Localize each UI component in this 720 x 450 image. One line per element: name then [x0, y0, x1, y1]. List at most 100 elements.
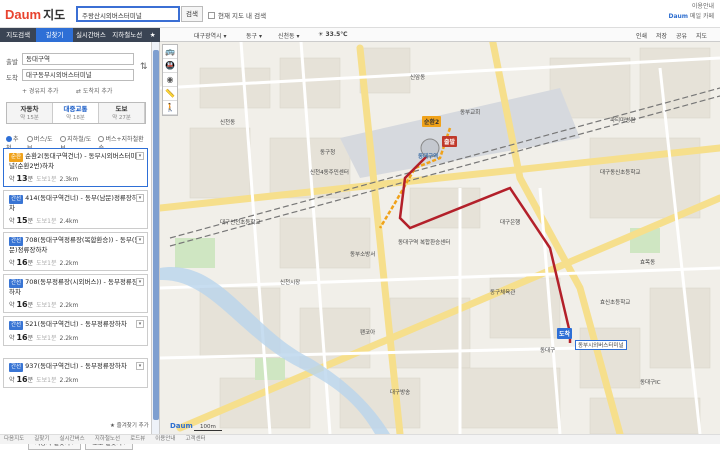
- map-label-dongsin: 대구동신초등학교: [600, 170, 641, 176]
- link-cafe[interactable]: 카페: [703, 13, 714, 20]
- footer-link[interactable]: 이용안내: [155, 435, 175, 444]
- map-label-dongdaegu: 동대구: [540, 348, 556, 354]
- map-label-school: 대구신천초등학교: [220, 220, 261, 226]
- route-result[interactable]: 순환 순환2(동대구역건너) - 동부시외버스터미널(순환2번)하차약 13분 도보…: [3, 148, 148, 187]
- footer-link[interactable]: 실시간버스: [59, 435, 84, 444]
- measure-icon[interactable]: 📏: [163, 87, 177, 101]
- footer-link[interactable]: 고객센터: [186, 435, 206, 444]
- expand-icon[interactable]: ▾: [136, 152, 144, 160]
- subway-icon[interactable]: 🚇: [163, 59, 177, 73]
- route-result[interactable]: 간선 937(동대구역건너) - 동부정류장하차약 16분 도보1분 2.2km ▾: [3, 358, 148, 388]
- add-waypoint-button[interactable]: + 경유지 추가: [22, 86, 58, 95]
- dest-label: 도착: [6, 74, 18, 82]
- route-result[interactable]: 간선 414(동대구역건너) - 동부(남문)정류장하차약 15분 도보1분 2.4k…: [3, 190, 148, 229]
- map-label-gu-office: 동구청: [320, 150, 336, 156]
- footer-link[interactable]: 지하철노선: [95, 435, 120, 444]
- tab-subway[interactable]: 지하철노선: [109, 28, 145, 42]
- route-title[interactable]: 순환 순환2(동대구역건너) - 동부시외버스터미널(순환2번)하차: [9, 152, 142, 171]
- checkbox-icon[interactable]: [208, 12, 215, 19]
- route-title[interactable]: 간선 937(동대구역건너) - 동부정류장하차: [9, 362, 142, 372]
- map-label-terminal: 동부시외버스터미널: [575, 340, 627, 350]
- route-result[interactable]: 간선 708(동부정류장(시외버스)) - 동부정류장하차 약 16분 도보1분 2.2…: [3, 274, 148, 313]
- tab-directions[interactable]: 길찾기: [36, 28, 73, 42]
- tab-map-search[interactable]: 지도검색: [0, 28, 36, 42]
- map-label-fatima: 파티마병원: [610, 118, 636, 124]
- bus-stop-marker[interactable]: 순환2: [422, 116, 442, 127]
- daum-logo[interactable]: Daum 지도: [5, 6, 65, 23]
- route-result[interactable]: 간선 521(동대구역건너) - 동부정류장하차약 16분 도보1분 2.2km ▾: [3, 316, 148, 346]
- bus-type-badge: 간선: [9, 195, 24, 204]
- footer-link[interactable]: 로드뷰: [130, 435, 145, 444]
- mode-walk[interactable]: 도보 약 27분: [99, 103, 145, 123]
- route-title[interactable]: 간선 708(동대구역정류장(복합환승)) - 동부(남문)정류장하차: [9, 236, 142, 255]
- scrollbar-thumb[interactable]: [153, 50, 159, 420]
- bus-type-badge: 간선: [9, 279, 24, 288]
- map-toolbar: 대구광역시 ▾ 동구 ▾ 신천동 ▾ ☀ 33.5℃ 인쇄 저장 공유 지도: [160, 28, 720, 42]
- start-marker[interactable]: 출발: [442, 136, 458, 147]
- route-meta: 약 16분 도보1분 2.2km: [9, 258, 79, 267]
- route-result[interactable]: 간선 708(동대구역정류장(복합환승)) - 동부(남문)정류장하차약 16분 도…: [3, 232, 148, 271]
- map-scale: 100m: [194, 424, 222, 431]
- expand-icon[interactable]: ▾: [136, 236, 144, 244]
- end-marker[interactable]: 도착: [557, 328, 573, 339]
- route-title[interactable]: 간선 521(동대구역건너) - 동부정류장하차: [9, 320, 142, 330]
- map-tools: 🚌 🚇 ◉ 📏 🚶: [162, 44, 178, 116]
- search-button[interactable]: 검색: [181, 6, 203, 22]
- expand-icon[interactable]: ▾: [136, 278, 144, 286]
- link-mail[interactable]: 메일: [690, 13, 701, 20]
- expand-icon[interactable]: ▾: [136, 194, 144, 202]
- walk-icon[interactable]: 🚶: [163, 101, 177, 115]
- map-label-market: 신천시장: [280, 280, 301, 286]
- share-link[interactable]: 공유: [676, 31, 687, 40]
- map-label-community: 신천4동주민센터: [310, 170, 349, 176]
- directions-panel: 출발 동대구역 도착 대구동부시외버스터미널 ⇅ + 경유지 추가 ⇄ 도착지 …: [0, 42, 152, 450]
- region-select[interactable]: 대구광역시 ▾: [194, 31, 227, 40]
- tab-realtime-bus[interactable]: 실시간버스: [73, 28, 109, 42]
- dong-select[interactable]: 신천동 ▾: [278, 31, 299, 40]
- origin-input[interactable]: 동대구역: [22, 53, 134, 65]
- route-meta: 약 16분 도보1분 2.2km: [9, 375, 79, 384]
- footer-link[interactable]: 길찾기: [34, 435, 49, 444]
- map-link[interactable]: 지도: [696, 31, 707, 40]
- mode-car[interactable]: 자동차 약 15분: [7, 103, 53, 123]
- map-label-hyomok: 효목동: [640, 260, 656, 266]
- map-view[interactable]: 대구광역시 ▾ 동구 ▾ 신천동 ▾ ☀ 33.5℃ 인쇄 저장 공유 지도 🚌…: [160, 28, 720, 434]
- roadview-icon[interactable]: ◉: [163, 73, 177, 87]
- footer-link[interactable]: 다음지도: [4, 435, 24, 444]
- map-label-ic: 동대구IC: [640, 380, 661, 386]
- map-label-sinam: 신암동: [410, 75, 426, 81]
- map-label-sincheon: 신천동: [220, 120, 236, 126]
- save-link[interactable]: 저장: [656, 31, 667, 40]
- bus-icon[interactable]: 🚌: [163, 45, 177, 59]
- mode-tabs: 자동차 약 15분 대중교통 약 18분 도보 약 27분: [6, 102, 146, 124]
- map-label-broadcast: 대구방송: [390, 390, 411, 396]
- dest-input[interactable]: 대구동부시외버스터미널: [22, 69, 134, 81]
- route-meta: 약 16분 도보1분 2.2km: [9, 333, 79, 342]
- route-title[interactable]: 간선 414(동대구역건너) - 동부(남문)정류장하차: [9, 194, 142, 213]
- route-meta: 약 15분 도보1분 2.4km: [9, 216, 79, 225]
- route-meta: 약 13분 도보1분 2.3km: [9, 174, 79, 183]
- route-title[interactable]: 간선 708(동부정류장(시외버스)) - 동부정류장하차: [9, 278, 142, 297]
- mode-transit[interactable]: 대중교통 약 18분: [53, 103, 99, 123]
- map-label-fancoa: 팬코아: [360, 330, 376, 336]
- add-destination-button[interactable]: ⇄ 도착지 추가: [76, 86, 112, 95]
- link-guide[interactable]: 이용안내: [669, 2, 714, 12]
- favorite-button[interactable]: ★ 즐겨찾기 추가: [110, 421, 149, 429]
- print-link[interactable]: 인쇄: [636, 31, 647, 40]
- map-label-fire: 동부소방서: [350, 252, 376, 258]
- link-daum[interactable]: Daum: [669, 13, 689, 20]
- expand-icon[interactable]: ▾: [136, 362, 144, 370]
- bus-type-badge: 간선: [9, 237, 24, 246]
- search-input[interactable]: 주왕산시외버스터미널: [76, 6, 180, 22]
- main-nav: 지도검색 길찾기 실시간버스 지하철노선 ★: [0, 28, 160, 42]
- district-select[interactable]: 동구 ▾: [246, 31, 262, 40]
- swap-icon[interactable]: ⇅: [140, 62, 148, 72]
- star-icon[interactable]: ★: [145, 28, 160, 42]
- in-map-search-checkbox[interactable]: 현재 지도 내 검색: [208, 10, 266, 20]
- top-bar: Daum 지도 주왕산시외버스터미널 검색 현재 지도 내 검색 이용안내 Dau…: [0, 0, 720, 28]
- origin-label: 출발: [6, 58, 18, 66]
- expand-icon[interactable]: ▾: [136, 320, 144, 328]
- map-canvas[interactable]: [160, 28, 720, 434]
- bus-type-badge: 간선: [9, 363, 24, 372]
- panel-scrollbar[interactable]: [152, 42, 160, 434]
